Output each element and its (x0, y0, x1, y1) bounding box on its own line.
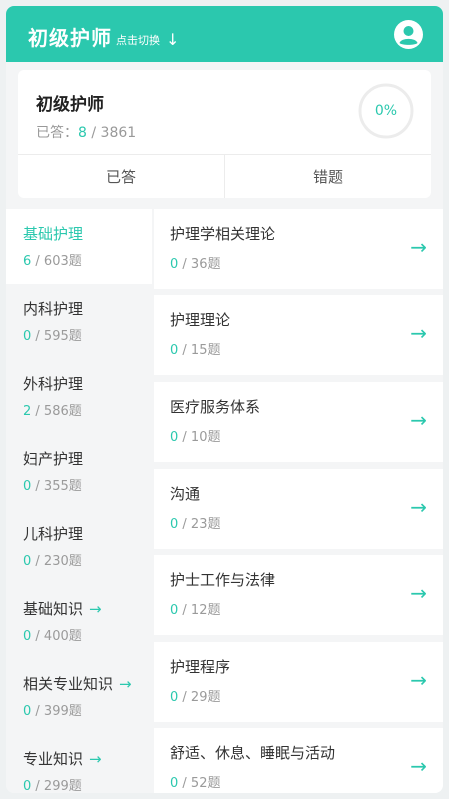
arrow-right-icon[interactable]: → (410, 495, 427, 519)
sidebar-item[interactable]: 基础护理 6 / 603题 (6, 209, 152, 284)
sidebar-item-row: 妇产护理 (23, 448, 152, 469)
sidebar-item-row: 外科护理 (23, 373, 152, 394)
arrow-right-icon: → (119, 674, 132, 693)
arrow-right-icon[interactable]: → (410, 581, 427, 605)
app-frame: 初级护师 点击切换 ↓ 初级护师 已答：8 / 3861 0% 已答 错题 基础… (6, 6, 443, 793)
chapter-title: 护理程序 (170, 658, 231, 676)
answered-count: 已答：8 / 3861 (36, 122, 136, 142)
sidebar-item[interactable]: 内科护理 0 / 595题 (6, 284, 152, 359)
chapter-title: 舒适、休息、睡眠与活动 (170, 744, 336, 762)
answered-tab[interactable]: 已答 (18, 155, 224, 198)
sidebar-item-progress: 0 / 595题 (23, 325, 152, 344)
arrow-right-icon[interactable]: → (410, 321, 427, 345)
chapter-card[interactable]: 护理程序 0 / 29题 → (154, 642, 443, 722)
top-bar: 初级护师 点击切换 ↓ (6, 6, 443, 62)
chapter-progress: 0 / 23题 (170, 513, 220, 532)
exam-title: 初级护师 (28, 26, 112, 50)
chapter-title: 医疗服务体系 (170, 398, 261, 416)
chapter-progress: 0 / 29题 (170, 686, 220, 705)
arrow-right-icon: → (89, 599, 102, 618)
chapter-total: / 10题 (178, 430, 221, 445)
sidebar-item-label: 外科护理 (23, 375, 84, 393)
sidebar-item-row: 基础知识 → (23, 598, 152, 619)
sidebar-item-progress: 0 / 355题 (23, 475, 152, 494)
sidebar-item-total: / 586题 (31, 404, 82, 419)
sidebar-item-label: 相关专业知识 (23, 675, 114, 693)
chapter-card[interactable]: 沟通 0 / 23题 → (154, 469, 443, 549)
sidebar-item-row: 基础护理 (23, 223, 152, 244)
chapter-progress: 0 / 12题 (170, 599, 220, 618)
progress-summary-card: 初级护师 已答：8 / 3861 0% 已答 错题 (18, 70, 431, 198)
sidebar-item-progress: 2 / 586题 (23, 400, 152, 419)
arrow-right-icon[interactable]: → (410, 754, 427, 778)
chapter-list: 护理学相关理论 0 / 36题 → 护理理论 0 / 15题 → 医疗服务体系 0 … (152, 209, 443, 793)
wrong-questions-tab[interactable]: 错题 (224, 155, 431, 198)
sidebar-item-progress: 6 / 603题 (23, 250, 152, 269)
sidebar-item-label: 基础知识 (23, 600, 84, 618)
sidebar-item-label: 内科护理 (23, 300, 84, 318)
sidebar-item-row: 相关专业知识 → (23, 673, 152, 694)
sidebar-item-total: / 400题 (31, 629, 82, 644)
sidebar-item-progress: 0 / 400题 (23, 625, 152, 644)
chapter-card[interactable]: 护士工作与法律 0 / 12题 → (154, 555, 443, 635)
switch-label: 点击切换 (116, 34, 160, 47)
chapter-card[interactable]: 医疗服务体系 0 / 10题 → (154, 382, 443, 462)
answered-prefix: 已答： (36, 125, 78, 141)
sidebar-item[interactable]: 外科护理 2 / 586题 (6, 359, 152, 434)
arrow-right-icon[interactable]: → (410, 668, 427, 692)
sidebar-item[interactable]: 相关专业知识 → 0 / 399题 (6, 659, 152, 734)
sidebar-item-progress: 0 / 399题 (23, 700, 152, 719)
sidebar-item-total: / 299题 (31, 779, 82, 793)
summary-exam-name: 初级护师 (36, 95, 104, 115)
sidebar-item-label: 儿科护理 (23, 525, 84, 543)
sidebar-item-label: 基础护理 (23, 225, 84, 243)
chapter-title: 护理学相关理论 (170, 225, 276, 243)
sidebar-item-row: 内科护理 (23, 298, 152, 319)
user-icon[interactable] (394, 20, 423, 49)
sidebar-item-label: 妇产护理 (23, 450, 84, 468)
sidebar-item[interactable]: 基础知识 → 0 / 400题 (6, 584, 152, 659)
arrow-right-icon[interactable]: → (410, 408, 427, 432)
chapter-card[interactable]: 舒适、休息、睡眠与活动 0 / 52题 → (154, 728, 443, 793)
chapter-progress: 0 / 36题 (170, 253, 220, 272)
progress-percent: 0% (374, 103, 398, 119)
sidebar-item-total: / 230题 (31, 554, 82, 569)
arrow-right-icon[interactable]: → (410, 235, 427, 259)
chapter-total: / 36题 (178, 257, 221, 272)
total-value: / 3861 (86, 125, 137, 141)
switch-exam-button[interactable]: 点击切换 ↓ (116, 32, 179, 48)
chapter-card[interactable]: 护理学相关理论 0 / 36题 → (154, 209, 443, 289)
sidebar-item-total: / 399题 (31, 704, 82, 719)
arrow-right-icon: → (89, 749, 102, 768)
chapter-total: / 15题 (178, 343, 221, 358)
chapter-total: / 29题 (178, 690, 221, 705)
chapter-title: 护理理论 (170, 311, 231, 329)
chapter-title: 护士工作与法律 (170, 571, 276, 589)
sidebar-item-row: 儿科护理 (23, 523, 152, 544)
chapter-progress: 0 / 10题 (170, 426, 220, 445)
answered-value: 8 (78, 125, 87, 141)
arrow-down-icon: ↓ (166, 30, 180, 49)
chapter-card[interactable]: 护理理论 0 / 15题 → (154, 295, 443, 375)
sidebar-item-total: / 603题 (31, 254, 82, 269)
sidebar-item-label: 专业知识 (23, 750, 84, 768)
chapter-progress: 0 / 52题 (170, 772, 220, 791)
sidebar-item-progress: 0 / 299题 (23, 775, 152, 793)
chapter-title: 沟通 (170, 485, 201, 503)
sidebar-item[interactable]: 妇产护理 0 / 355题 (6, 434, 152, 509)
sidebar-item-total: / 595题 (31, 329, 82, 344)
sidebar-item[interactable]: 儿科护理 0 / 230题 (6, 509, 152, 584)
chapter-progress: 0 / 15题 (170, 339, 220, 358)
chapter-total: / 23题 (178, 517, 221, 532)
sidebar-item-row: 专业知识 → (23, 748, 152, 769)
category-sidebar: 基础护理 6 / 603题 内科护理 0 / 595题 外科护理 2 / 586题妇… (6, 209, 152, 793)
sidebar-item-total: / 355题 (31, 479, 82, 494)
sidebar-item[interactable]: 专业知识 → 0 / 299题 (6, 734, 152, 794)
sidebar-item-progress: 0 / 230题 (23, 550, 152, 569)
chapter-total: / 12题 (178, 603, 221, 618)
summary-tabs: 已答 错题 (18, 154, 431, 198)
chapter-total: / 52题 (178, 776, 221, 791)
